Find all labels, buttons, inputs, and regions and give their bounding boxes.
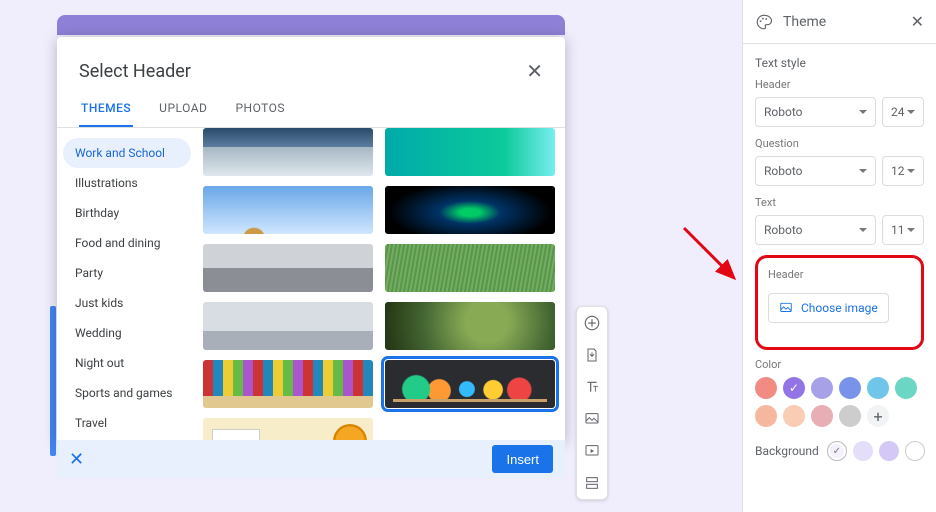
color-swatch[interactable] [811,377,833,399]
annotation-arrow [680,224,750,294]
caret-down-icon [859,169,867,173]
question-size-select[interactable]: 12 [882,156,924,186]
header-thumb[interactable] [203,418,373,442]
color-section-label: Color [755,358,924,371]
question-size-value: 12 [891,164,905,178]
add-video-icon[interactable] [582,441,602,461]
color-swatch[interactable] [839,405,861,427]
category-item[interactable]: Night out [63,348,191,378]
theme-panel-close-icon[interactable]: ✕ [911,12,924,31]
category-item[interactable]: Illustrations [63,168,191,198]
text-font-value: Roboto [764,223,802,237]
background-swatch[interactable] [905,441,925,461]
question-font-value: Roboto [764,164,802,178]
header-thumb-selected[interactable] [385,360,555,408]
add-section-icon[interactable] [582,473,602,493]
category-item[interactable]: Party [63,258,191,288]
question-font-label: Question [755,137,924,150]
modal-tab-themes[interactable]: THEMES [79,93,133,127]
category-item[interactable]: Sports and games [63,378,191,408]
background-swatch[interactable] [827,441,847,461]
category-item[interactable]: Travel [63,408,191,438]
modal-cancel-icon[interactable]: ✕ [69,449,84,470]
category-item[interactable]: Just kids [63,288,191,318]
background-swatch-row [827,441,925,461]
header-size-select[interactable]: 24 [882,97,924,127]
caret-down-icon [859,110,867,114]
color-swatch-row: ✓+ [755,377,924,427]
choose-image-button[interactable]: Choose image [768,293,889,323]
header-image-label: Header [768,268,911,281]
color-swatch[interactable] [755,405,777,427]
color-swatch[interactable] [839,377,861,399]
theme-panel-title: Theme [783,14,826,30]
text-size-select[interactable]: 11 [882,215,924,245]
add-title-icon[interactable] [582,377,602,397]
text-size-value: 11 [891,223,905,237]
modal-tab-row: THEMES UPLOAD PHOTOS [57,93,565,128]
header-image-section-annotated: Header Choose image [755,255,924,350]
header-thumb[interactable] [203,128,373,176]
header-font-select[interactable]: Roboto [755,97,876,127]
choose-image-label: Choose image [801,301,878,315]
insert-button[interactable]: Insert [492,445,553,473]
header-size-value: 24 [891,105,905,119]
theme-panel: Theme ✕ Text style Header Roboto 24 Ques… [742,0,936,512]
add-image-icon[interactable] [582,409,602,429]
select-header-modal: Select Header ✕ THEMES UPLOAD PHOTOS Work … [57,37,565,442]
color-swatch[interactable] [783,405,805,427]
color-swatch[interactable] [811,405,833,427]
caret-down-icon [907,110,915,114]
form-card-top-accent [57,15,565,35]
question-toolbar [576,306,608,500]
category-list: Work and SchoolIllustrationsBirthdayFood… [57,128,197,442]
color-swatch[interactable] [867,377,889,399]
header-font-value: Roboto [764,105,802,119]
theme-panel-header: Theme ✕ [743,0,936,44]
palette-icon [755,13,773,31]
header-thumb[interactable] [385,186,555,234]
header-thumb[interactable] [385,244,555,292]
header-font-label: Header [755,78,924,91]
header-thumb[interactable] [385,302,555,350]
header-thumb[interactable] [203,302,373,350]
modal-tab-photos[interactable]: PHOTOS [233,93,287,127]
header-thumb[interactable] [203,360,373,408]
modal-footer: ✕ Insert [57,440,565,478]
modal-tab-upload[interactable]: UPLOAD [157,93,209,127]
category-item[interactable]: Birthday [63,198,191,228]
text-font-select[interactable]: Roboto [755,215,876,245]
caret-down-icon [907,169,915,173]
caret-down-icon [859,228,867,232]
caret-down-icon [907,228,915,232]
import-questions-icon[interactable] [582,345,602,365]
color-swatch[interactable] [755,377,777,399]
category-item[interactable]: Food and dining [63,228,191,258]
text-font-label: Text [755,196,924,209]
color-swatch[interactable]: ✓ [783,377,805,399]
text-style-section-label: Text style [755,56,924,70]
category-item[interactable]: Wedding [63,318,191,348]
header-thumbnail-grid [197,128,565,442]
modal-close-icon[interactable]: ✕ [526,59,543,83]
background-section-label: Background [755,444,819,458]
question-font-select[interactable]: Roboto [755,156,876,186]
color-swatch[interactable] [895,377,917,399]
modal-title: Select Header [79,61,191,82]
category-item[interactable]: Work and School [63,138,191,168]
add-color-swatch[interactable]: + [867,405,889,427]
image-icon [779,301,793,315]
form-question-selection-bar [50,306,56,456]
background-swatch[interactable] [853,441,873,461]
header-thumb[interactable] [385,128,555,176]
add-question-icon[interactable] [582,313,602,333]
background-swatch[interactable] [879,441,899,461]
header-thumb[interactable] [203,186,373,234]
header-thumb[interactable] [203,244,373,292]
